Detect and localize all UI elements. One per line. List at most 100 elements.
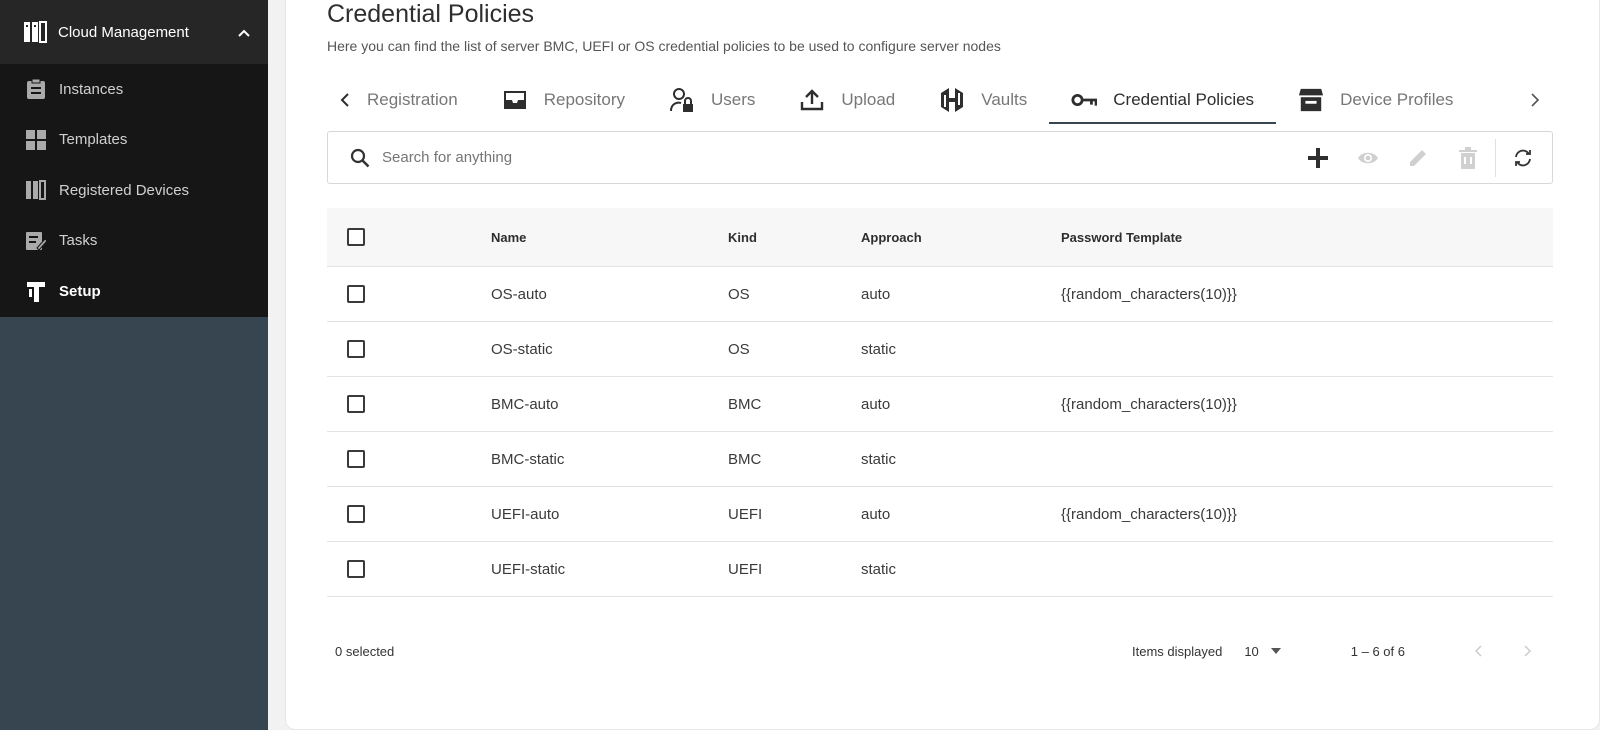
edit-button[interactable] bbox=[1393, 138, 1443, 178]
tab-bar: Registration Repository Users Upload Vau… bbox=[327, 76, 1553, 124]
server-rack-icon bbox=[22, 19, 48, 45]
tab-scroll-left-button[interactable] bbox=[327, 80, 363, 120]
sidebar-item-templates[interactable]: Templates bbox=[0, 115, 268, 166]
credential-policies-table: Name Kind Approach Password Template OS-… bbox=[327, 208, 1553, 597]
cell-name: BMC-static bbox=[491, 450, 565, 468]
items-displayed-label: Items displayed bbox=[1131, 643, 1223, 659]
page-description: Here you can find the list of server BMC… bbox=[327, 38, 1001, 54]
sidebar-item-instances[interactable]: Instances bbox=[0, 64, 268, 115]
column-header-password-template[interactable]: Password Template bbox=[1061, 230, 1553, 245]
delete-button[interactable] bbox=[1443, 138, 1493, 178]
tab-label: Users bbox=[710, 90, 756, 109]
table-row[interactable]: UEFI-static UEFI static bbox=[327, 542, 1553, 597]
tab-credential-policies[interactable]: Credential Policies bbox=[1049, 76, 1276, 124]
sidebar-item-label: Registered Devices bbox=[59, 181, 190, 199]
row-checkbox[interactable] bbox=[347, 450, 365, 468]
add-button[interactable] bbox=[1293, 138, 1343, 178]
sidebar-item-tasks[interactable]: Tasks bbox=[0, 216, 268, 267]
paginator: Items displayed 10 1 – 6 of 6 bbox=[1132, 635, 1553, 667]
tab-label: Upload bbox=[841, 90, 896, 109]
sidebar-item-label: Setup bbox=[59, 282, 101, 300]
caret-down-icon bbox=[1270, 648, 1281, 654]
row-checkbox[interactable] bbox=[347, 340, 365, 358]
search-toolbar bbox=[327, 131, 1553, 184]
row-checkbox[interactable] bbox=[347, 505, 365, 523]
cell-approach: static bbox=[861, 450, 897, 468]
tab-registration[interactable]: Registration bbox=[363, 76, 480, 124]
cell-name: UEFI-static bbox=[491, 560, 566, 578]
key-icon bbox=[1071, 87, 1098, 113]
row-checkbox[interactable] bbox=[347, 560, 365, 578]
row-checkbox[interactable] bbox=[347, 395, 365, 413]
plus-icon bbox=[1308, 147, 1328, 168]
chevron-up-icon[interactable] bbox=[238, 24, 250, 41]
server-rack-icon bbox=[24, 178, 48, 202]
row-checkbox[interactable] bbox=[347, 285, 365, 303]
search-input[interactable] bbox=[382, 149, 1282, 166]
cell-name: BMC-auto bbox=[491, 395, 559, 413]
selected-count: 0 selected bbox=[335, 643, 395, 659]
cell-kind: OS bbox=[728, 285, 750, 303]
sidebar-item-label: Instances bbox=[59, 80, 124, 98]
column-header-approach[interactable]: Approach bbox=[861, 230, 1061, 245]
tab-label: Credential Policies bbox=[1113, 90, 1255, 109]
eye-icon bbox=[1358, 152, 1378, 163]
items-per-page-value: 10 bbox=[1244, 643, 1259, 659]
vault-logo-icon bbox=[939, 87, 965, 113]
tab-vaults[interactable]: Vaults bbox=[917, 76, 1049, 124]
table-row[interactable]: BMC-static BMC static bbox=[327, 432, 1553, 487]
page-range-label: 1 – 6 of 6 bbox=[1350, 643, 1405, 659]
chevron-left-icon bbox=[340, 93, 349, 107]
table-header: Name Kind Approach Password Template bbox=[327, 208, 1553, 267]
sidebar-item-label: Tasks bbox=[59, 232, 98, 250]
search-icon bbox=[350, 148, 372, 168]
tab-repository[interactable]: Repository bbox=[480, 76, 647, 124]
sidebar: Cloud Management Instances Templates Reg… bbox=[0, 0, 268, 730]
cell-approach: static bbox=[861, 340, 897, 358]
select-all-checkbox[interactable] bbox=[347, 228, 365, 246]
cell-approach: auto bbox=[861, 505, 891, 523]
sidebar-menu: Cloud Management Instances Templates Reg… bbox=[0, 0, 268, 317]
toolbar-divider bbox=[1495, 138, 1496, 177]
tab-upload[interactable]: Upload bbox=[777, 76, 917, 124]
chevron-right-icon bbox=[1531, 93, 1540, 107]
table-row[interactable]: UEFI-auto UEFI auto {{random_characters(… bbox=[327, 487, 1553, 542]
next-page-button[interactable] bbox=[1503, 635, 1553, 667]
table-row[interactable]: OS-static OS static bbox=[327, 322, 1553, 377]
tab-label: Vaults bbox=[981, 90, 1028, 109]
tab-device-profiles[interactable]: Device Profiles bbox=[1276, 76, 1475, 124]
cell-name: UEFI-auto bbox=[491, 505, 560, 523]
table-footer: 0 selected Items displayed 10 1 – 6 of 6 bbox=[327, 635, 1553, 667]
cell-password-template: {{random_characters(10)}} bbox=[1061, 395, 1237, 413]
table-row[interactable]: BMC-auto BMC auto {{random_characters(10… bbox=[327, 377, 1553, 432]
view-button[interactable] bbox=[1343, 138, 1393, 178]
cell-name: OS-auto bbox=[491, 285, 547, 303]
archive-box-icon bbox=[502, 87, 528, 113]
tab-label: Repository bbox=[543, 90, 625, 109]
trash-icon bbox=[1459, 146, 1477, 169]
chevron-left-icon bbox=[1474, 645, 1482, 657]
tab-scroll-right-button[interactable] bbox=[1517, 80, 1553, 120]
cell-approach: auto bbox=[861, 285, 891, 303]
cell-kind: BMC bbox=[728, 450, 762, 468]
cell-kind: BMC bbox=[728, 395, 762, 413]
pencil-icon bbox=[1410, 149, 1426, 166]
setup-logo-icon bbox=[24, 279, 48, 303]
cell-name: OS-static bbox=[491, 340, 553, 358]
sidebar-item-registered-devices[interactable]: Registered Devices bbox=[0, 165, 268, 216]
sidebar-header-cloud-management[interactable]: Cloud Management bbox=[0, 0, 268, 64]
cell-kind: OS bbox=[728, 340, 750, 358]
previous-page-button[interactable] bbox=[1453, 635, 1503, 667]
sidebar-item-setup[interactable]: Setup bbox=[0, 266, 268, 317]
column-header-name[interactable]: Name bbox=[491, 230, 728, 245]
tab-users[interactable]: Users bbox=[647, 76, 777, 124]
page-title: Credential Policies bbox=[327, 0, 535, 28]
table-row[interactable]: OS-auto OS auto {{random_characters(10)}… bbox=[327, 267, 1553, 322]
items-per-page-select[interactable]: 10 bbox=[1244, 643, 1281, 659]
cell-approach: auto bbox=[861, 395, 891, 413]
user-lock-icon bbox=[669, 87, 695, 113]
refresh-button[interactable] bbox=[1498, 138, 1548, 178]
checklist-edit-icon bbox=[24, 229, 48, 253]
column-header-kind[interactable]: Kind bbox=[728, 230, 861, 245]
grid-icon bbox=[24, 128, 48, 152]
